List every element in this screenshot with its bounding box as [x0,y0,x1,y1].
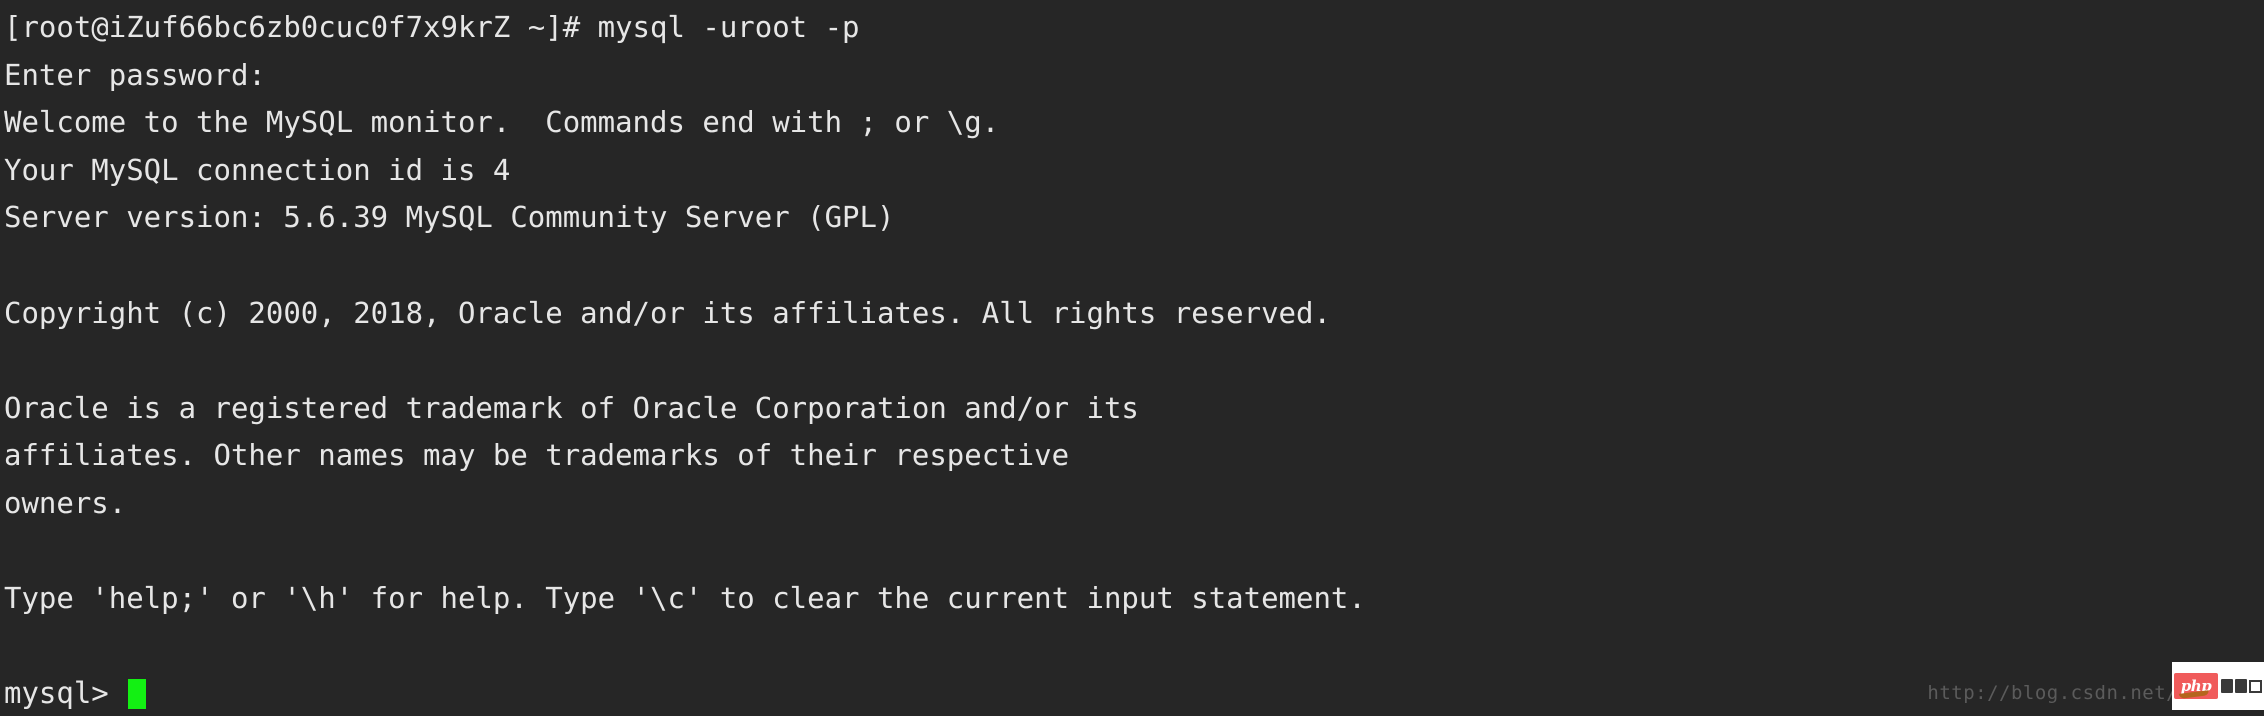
terminal-line: Type 'help;' or '\h' for help. Type '\c'… [4,581,1366,616]
terminal-line: Oracle is a registered trademark of Orac… [4,390,1139,425]
terminal-line: Enter password: [4,57,266,92]
badge-glyph-block-icon [2221,679,2233,693]
terminal-window: [root@iZuf66bc6zb0cuc0f7x9krZ ~]# mysql … [0,0,2264,716]
badge-glyph-box-icon [2249,679,2262,693]
php-logo-badge: php [2172,662,2264,710]
terminal-line: owners. [4,485,127,520]
mysql-prompt-label: mysql> [4,676,127,711]
terminal-line: Your MySQL connection id is 4 [4,152,511,187]
terminal-line: Server version: 5.6.39 MySQL Community S… [4,200,895,235]
terminal-line: Welcome to the MySQL monitor. Commands e… [4,105,1000,140]
terminal-line: Copyright (c) 2000, 2018, Oracle and/or … [4,295,1331,330]
watermark-url: http://blog.csdn.net/qq [1927,682,2202,704]
php-icon: php [2174,673,2218,699]
terminal-output[interactable]: [root@iZuf66bc6zb0cuc0f7x9krZ ~]# mysql … [0,0,2264,716]
badge-glyphs [2221,679,2262,693]
badge-glyph-block-icon [2235,679,2247,693]
terminal-line: [root@iZuf66bc6zb0cuc0f7x9krZ ~]# mysql … [4,10,860,44]
mysql-prompt-line[interactable]: mysql> [4,670,2264,716]
terminal-line: affiliates. Other names may be trademark… [4,438,1070,473]
text-cursor [128,679,147,710]
